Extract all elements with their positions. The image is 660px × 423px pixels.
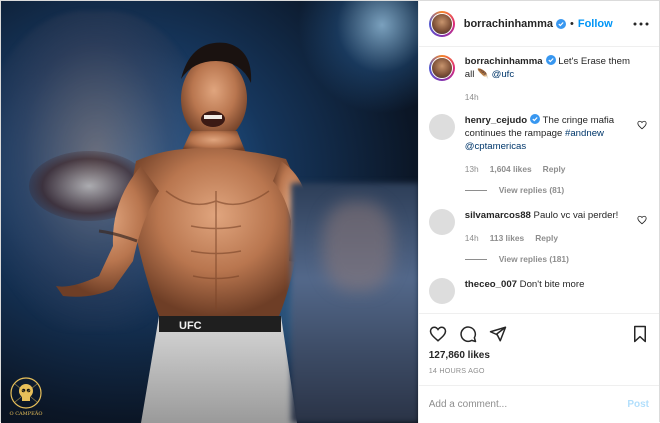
comment-row: theceo_007 Don't bite more [428,278,649,304]
commenter-username[interactable]: henry_cejudo [465,115,527,126]
commenter-avatar[interactable] [428,114,455,140]
instagram-post: UFC O CAMPEÃO borrachinhamma • Follow bo… [0,0,660,423]
comment-text: Don't bite more [517,279,585,290]
view-replies-label: View replies (181) [498,254,569,264]
add-comment-bar: Post [418,385,659,423]
heart-outline-icon[interactable] [637,120,647,130]
share-icon[interactable] [489,325,507,343]
heart-icon[interactable] [429,325,447,343]
comment-time: 14h [464,233,479,243]
heart-outline-icon[interactable] [637,215,647,225]
verified-badge-icon [530,114,541,124]
author-username[interactable]: borrachinhamma [464,18,553,30]
shorts-logo-text: UFC [179,320,202,332]
follow-button[interactable]: Follow [578,18,613,30]
post-header: borrachinhamma • Follow [418,1,659,47]
commenter-username[interactable]: theceo_007 [465,279,517,290]
caption-time: 14h [464,92,479,102]
post-comment-button[interactable]: Post [627,399,649,410]
comment-likes[interactable]: 113 likes [490,232,524,245]
reply-button[interactable]: Reply [543,163,566,176]
action-icons [429,320,649,348]
comment-time: 13h [464,164,479,174]
blurred-face [323,201,393,291]
skull-seal-icon [10,377,42,409]
comment-row: henry_cejudo The cringe mafia continues … [428,114,649,176]
comment-icon[interactable] [459,325,477,343]
watermark-text: O CAMPEÃO [9,411,43,417]
post-image[interactable]: UFC O CAMPEÃO [1,1,418,423]
view-replies-button[interactable]: View replies (81) [464,184,649,197]
header-separator: • [569,17,574,30]
caption-mention-link[interactable]: @ufc [492,69,515,80]
comment-input[interactable] [428,399,628,410]
comment-row: silvamarcos88 Paulo vc vai perder! 14h 1… [428,209,649,245]
author-avatar[interactable] [428,10,455,37]
verified-badge-icon [555,18,566,29]
bookmark-icon[interactable] [631,325,649,343]
commenter-avatar[interactable] [428,278,455,304]
verified-badge-icon [545,55,556,65]
caption-username[interactable]: borrachinhamma [465,56,543,67]
comment-likes[interactable]: 1,604 likes [490,163,532,176]
post-sidebar: borrachinhamma • Follow borrachinhamma L… [417,1,659,423]
commenter-avatar[interactable] [428,209,455,235]
replies-line-divider [464,259,487,260]
likes-count[interactable]: 127,860 likes [429,350,649,361]
caption-avatar[interactable] [428,55,455,81]
caption-row: borrachinhamma Let's Erase them all 🪶 @u… [428,55,649,104]
comments-list[interactable]: borrachinhamma Let's Erase them all 🪶 @u… [419,47,659,313]
action-bar: 127,860 likes 14 HOURS AGO [418,313,659,385]
post-timestamp: 14 HOURS AGO [428,366,485,375]
commenter-username[interactable]: silvamarcos88 [465,210,531,221]
view-replies-button[interactable]: View replies (181) [464,253,649,266]
more-horizontal-icon[interactable] [633,21,649,27]
watermark-logo: O CAMPEÃO [7,376,45,417]
reply-button[interactable]: Reply [535,232,558,245]
view-replies-label: View replies (81) [498,185,565,195]
comment-text: Paulo vc vai perder! [530,210,619,221]
replies-line-divider [464,190,487,191]
